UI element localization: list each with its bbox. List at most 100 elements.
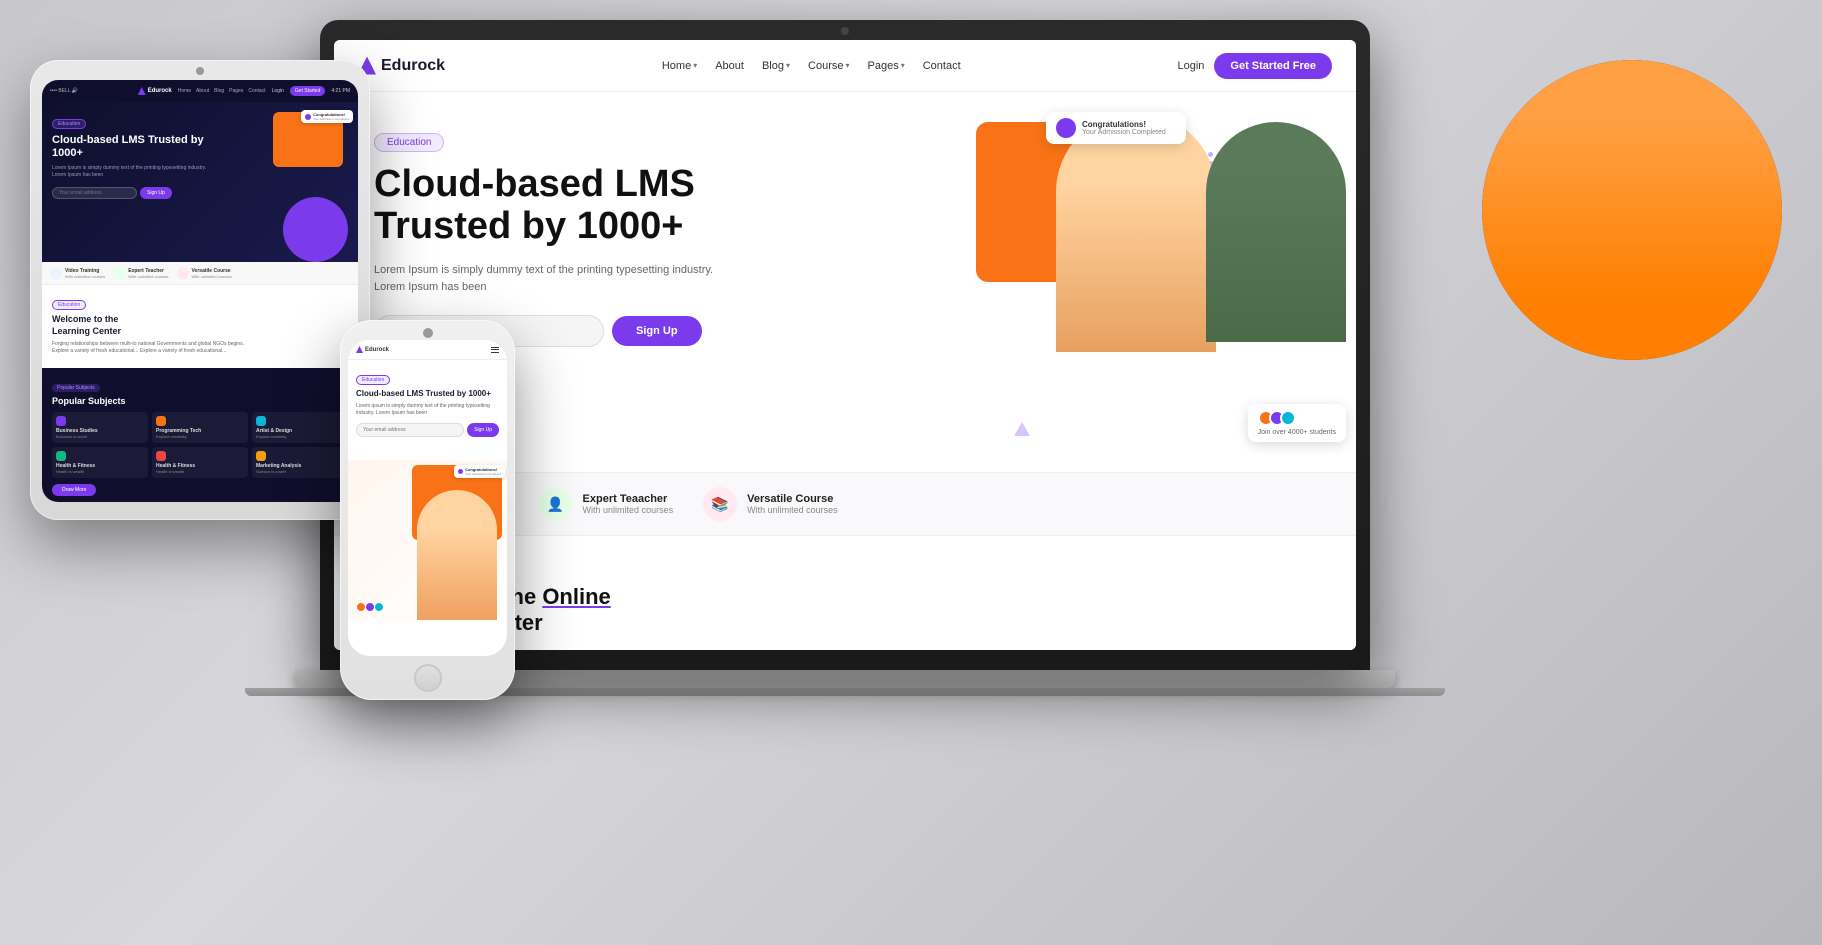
website-hero-right: ✕ Congratulations! Your Admission Comple… bbox=[834, 92, 1356, 472]
tablet-hero: Education Cloud-based LMS Trusted by 100… bbox=[42, 102, 358, 262]
phone-logo-icon bbox=[356, 346, 363, 353]
student-avatars bbox=[1258, 410, 1336, 426]
tablet-status-bar: •••• BELL 🔊 bbox=[50, 88, 132, 94]
phone-logo: Edurock bbox=[356, 346, 487, 353]
versatile-course-text: Versatile Course With unlimited courses bbox=[747, 493, 838, 515]
hero-person-2 bbox=[1206, 122, 1346, 342]
feature-item-versatile: 📚 Versatile Course With unlimited course… bbox=[703, 487, 838, 521]
phone-email-input[interactable] bbox=[356, 423, 464, 437]
nav-link-about[interactable]: About bbox=[715, 60, 744, 72]
phone-congrats-icon bbox=[458, 469, 463, 474]
phone-logo-text: Edurock bbox=[365, 347, 389, 353]
tablet-hero-title: Cloud-based LMS Trusted by 1000+ bbox=[52, 134, 222, 160]
tablet-logo-text: Edurock bbox=[148, 88, 172, 94]
tablet-features: Video Training With unlimited courses Ex… bbox=[42, 262, 358, 285]
tablet-feature-versatile: Versatile Course With unlimited courses bbox=[177, 267, 232, 279]
tablet-email-input[interactable] bbox=[52, 187, 137, 199]
hero-signup-button[interactable]: Sign Up bbox=[612, 316, 702, 346]
tablet-expert-text: Expert Teacher With unlimited courses bbox=[128, 268, 168, 279]
phone-screen: Edurock Education Cloud-based LMS Truste… bbox=[348, 340, 507, 656]
congrats-icon bbox=[1056, 118, 1076, 138]
tablet-person-circle bbox=[283, 197, 348, 262]
circle-pink-shape bbox=[1750, 335, 1779, 360]
tablet-nav-pages[interactable]: Pages bbox=[229, 88, 243, 94]
tablet-congrats-icon bbox=[305, 114, 311, 120]
hero-badge: Education bbox=[374, 133, 444, 152]
feature-item-expert: 👤 Expert Teaacher With unlimited courses bbox=[539, 487, 674, 521]
tablet-cta-button[interactable]: Get Started bbox=[290, 86, 326, 96]
student-count-text: Join over 4000+ students bbox=[1258, 429, 1336, 436]
student-avatar-3 bbox=[1280, 410, 1296, 426]
tablet-feature-video: Video Training With unlimited courses bbox=[50, 267, 105, 279]
tablet-time: 4:21 PM bbox=[331, 88, 350, 94]
phone-student-avatars bbox=[356, 602, 384, 612]
phone-hero: Education Cloud-based LMS Trusted by 100… bbox=[348, 360, 507, 460]
phone: Edurock Education Cloud-based LMS Truste… bbox=[340, 320, 515, 700]
phone-avatar-3 bbox=[374, 602, 384, 612]
tablet-subject-art: Artist & Design Explore creativity bbox=[252, 412, 348, 443]
laptop-camera bbox=[841, 27, 849, 35]
tablet-subject-health1: Health & Fitness Health is wealth bbox=[52, 447, 148, 478]
tablet-draw-more-button[interactable]: Draw More bbox=[52, 484, 96, 496]
tablet-hero2-title: Welcome to theLearning Center bbox=[52, 314, 348, 337]
tablet-body: •••• BELL 🔊 Edurock Home About Blog Page… bbox=[30, 60, 370, 520]
get-started-button[interactable]: Get Started Free bbox=[1214, 53, 1332, 79]
student-count-card: Join over 4000+ students bbox=[1248, 404, 1346, 442]
tablet-subject-health2: Health & Fitness Health is wealth bbox=[152, 447, 248, 478]
tablet-hero-desc: Lorem Ipsum is simply dummy text of the … bbox=[52, 165, 212, 179]
tablet-nav-home[interactable]: Home bbox=[178, 88, 191, 94]
tablet-nav-contact[interactable]: Contact bbox=[248, 88, 265, 94]
tablet-nav: •••• BELL 🔊 Edurock Home About Blog Page… bbox=[42, 80, 358, 102]
phone-congrats-text: Congratulations! Your Admission Complete… bbox=[465, 467, 501, 476]
login-button[interactable]: Login bbox=[1177, 60, 1204, 72]
tablet-video-icon bbox=[50, 267, 62, 279]
website-logo-text: Edurock bbox=[381, 57, 445, 75]
tablet-subject-icon-3 bbox=[256, 416, 266, 426]
congrats-card: Congratulations! Your Admission Complete… bbox=[1046, 112, 1186, 144]
home-chevron: ▾ bbox=[693, 61, 697, 70]
expert-teacher-icon: 👤 bbox=[539, 487, 573, 521]
tablet-subject-icon-5 bbox=[156, 451, 166, 461]
nav-link-home[interactable]: Home ▾ bbox=[662, 60, 697, 72]
pages-chevron: ▾ bbox=[901, 61, 905, 70]
nav-link-blog[interactable]: Blog ▾ bbox=[762, 60, 790, 72]
tablet-video-text: Video Training With unlimited courses bbox=[65, 268, 105, 279]
tablet-subjects-title: Popular Subjects bbox=[52, 396, 348, 406]
tablet-expert-icon bbox=[113, 267, 125, 279]
course-chevron: ▾ bbox=[845, 61, 849, 70]
congrats-text: Congratulations! Your Admission Complete… bbox=[1082, 120, 1166, 136]
nav-link-contact[interactable]: Contact bbox=[923, 60, 961, 72]
triangle-decoration bbox=[1014, 422, 1030, 436]
phone-camera bbox=[423, 328, 433, 338]
phone-hero-title: Cloud-based LMS Trusted by 1000+ bbox=[356, 389, 499, 399]
hamburger-menu-icon[interactable] bbox=[491, 347, 499, 353]
tablet-versatile-icon bbox=[177, 267, 189, 279]
phone-home-button[interactable] bbox=[414, 664, 442, 692]
hero-description: Lorem Ipsum is simply dummy text of the … bbox=[374, 262, 734, 297]
tablet-subject-icon-2 bbox=[156, 416, 166, 426]
tablet-nav-blog[interactable]: Blog bbox=[214, 88, 224, 94]
tablet-hero-shapes: Congratulations! Your Admission Complete… bbox=[218, 102, 358, 262]
phone-body: Edurock Education Cloud-based LMS Truste… bbox=[340, 320, 515, 700]
tablet-subjects-grid: Business Studies Business is world Progr… bbox=[52, 412, 348, 478]
nav-link-course[interactable]: Course ▾ bbox=[808, 60, 849, 72]
tablet-login[interactable]: Login bbox=[272, 88, 284, 94]
website-nav: Edurock Home ▾ About Blog ▾ Course ▾ Pag… bbox=[334, 40, 1356, 92]
phone-hero-badge: Education bbox=[356, 375, 390, 385]
website-nav-actions: Login Get Started Free bbox=[1177, 53, 1332, 79]
phone-signup-button[interactable]: Sign Up bbox=[467, 423, 499, 437]
scene: Edurock Home ▾ About Blog ▾ Course ▾ Pag… bbox=[0, 0, 1822, 945]
big-circle-person bbox=[1482, 60, 1782, 360]
website-nav-links: Home ▾ About Blog ▾ Course ▾ Pages ▾ Con… bbox=[465, 60, 1157, 72]
tablet-hero2: Education Welcome to theLearning Center … bbox=[42, 285, 358, 368]
phone-congrats: Congratulations! Your Admission Complete… bbox=[454, 465, 505, 478]
website-logo: Edurock bbox=[358, 57, 445, 75]
phone-email-row: Sign Up bbox=[356, 423, 499, 437]
expert-teacher-text: Expert Teaacher With unlimited courses bbox=[583, 493, 674, 515]
tablet-signup-button[interactable]: Sign Up bbox=[140, 187, 172, 199]
tablet-subject-icon-6 bbox=[256, 451, 266, 461]
tablet-nav-about[interactable]: About bbox=[196, 88, 209, 94]
tablet-subjects-badge: Popular Subjects bbox=[52, 384, 100, 392]
phone-nav: Edurock bbox=[348, 340, 507, 360]
nav-link-pages[interactable]: Pages ▾ bbox=[868, 60, 905, 72]
